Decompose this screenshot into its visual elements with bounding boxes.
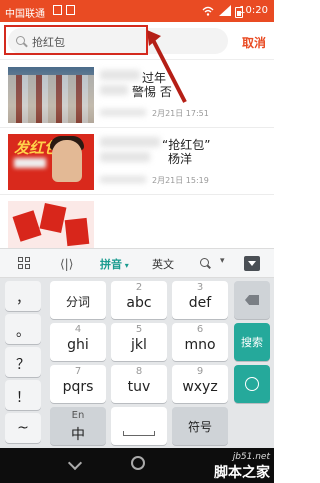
list-item[interactable]: 发红包 “抢红包” 杨洋 2月21日 15:19: [0, 128, 274, 195]
key-mno[interactable]: 6 mno: [172, 323, 228, 361]
tab-english[interactable]: 英文: [152, 256, 174, 272]
home-icon[interactable]: [131, 456, 145, 470]
list-item[interactable]: 过年 警惕 否 2月21日 17:51: [0, 61, 274, 128]
space-icon: [123, 431, 155, 436]
article-subtitle: 杨洋: [168, 152, 193, 166]
wifi-icon: [202, 6, 214, 16]
article-thumbnail: 发红包: [8, 134, 94, 190]
key-wxyz[interactable]: 9 wxyz: [172, 365, 228, 403]
symbols-key[interactable]: 符号: [172, 407, 228, 445]
punct-key[interactable]: 。: [5, 314, 41, 344]
keyboard-toolbar: ⟨|⟩ 拼音 ▾ 英文 ▾: [0, 248, 274, 278]
navigation-bar: jb51.net 脚本之家: [0, 448, 274, 483]
key-tuv[interactable]: 8 tuv: [111, 365, 167, 403]
key-abc[interactable]: 2 abc: [111, 281, 167, 319]
watermark-name: 脚本之家: [214, 465, 270, 481]
hide-keyboard-button[interactable]: [244, 256, 260, 271]
annotation-highlight-box: [4, 25, 148, 55]
key-ghi[interactable]: 4 ghi: [50, 323, 106, 361]
tab-pinyin[interactable]: 拼音 ▾: [100, 256, 129, 272]
article-thumbnail: [8, 201, 94, 248]
space-key[interactable]: [111, 407, 167, 445]
keyboard: ， 。 ？ ！ ~ 分词 2 abc 3 def 4 ghi 5 jkl 6 mno 搜索…: [0, 278, 274, 448]
watermark-url: jb51.net: [232, 452, 270, 462]
backspace-icon: [245, 295, 259, 305]
list-item[interactable]: [0, 195, 274, 248]
chevron-down-icon[interactable]: ▾: [220, 256, 225, 266]
language-switch-key[interactable]: En 中: [50, 407, 106, 445]
annotation-arrow: [147, 30, 187, 103]
grid-icon[interactable]: [18, 257, 30, 269]
article-meta: 2月21日 15:19: [152, 176, 209, 185]
notification-icon: [66, 5, 75, 15]
emoji-key[interactable]: [234, 365, 270, 403]
punct-key[interactable]: ！: [5, 380, 41, 410]
smile-icon: [245, 377, 259, 391]
punct-key[interactable]: ，: [5, 281, 41, 311]
watermark: jb51.net 脚本之家: [214, 452, 270, 482]
key-jkl[interactable]: 5 jkl: [111, 323, 167, 361]
punct-key[interactable]: ~: [5, 413, 41, 443]
tab-pinyin-label: 拼音: [100, 258, 122, 271]
punct-key[interactable]: ？: [5, 347, 41, 377]
article-thumbnail: [8, 67, 94, 123]
key-pqrs[interactable]: 7 pqrs: [50, 365, 106, 403]
signal-icon: [219, 5, 231, 16]
cursor-move-icon[interactable]: ⟨|⟩: [60, 257, 73, 271]
image-icon: [53, 5, 62, 15]
status-bar: 中国联通 10:20: [0, 0, 274, 22]
backspace-button[interactable]: [234, 281, 270, 319]
key-def[interactable]: 3 def: [172, 281, 228, 319]
cancel-button[interactable]: 取消: [242, 34, 266, 51]
key-fenci[interactable]: 分词: [50, 281, 106, 319]
clock: 10:20: [239, 5, 268, 16]
search-key[interactable]: 搜索: [234, 323, 270, 361]
back-icon[interactable]: [67, 455, 83, 471]
carrier-label: 中国联通: [5, 9, 45, 20]
keyboard-search-icon[interactable]: [200, 258, 209, 267]
